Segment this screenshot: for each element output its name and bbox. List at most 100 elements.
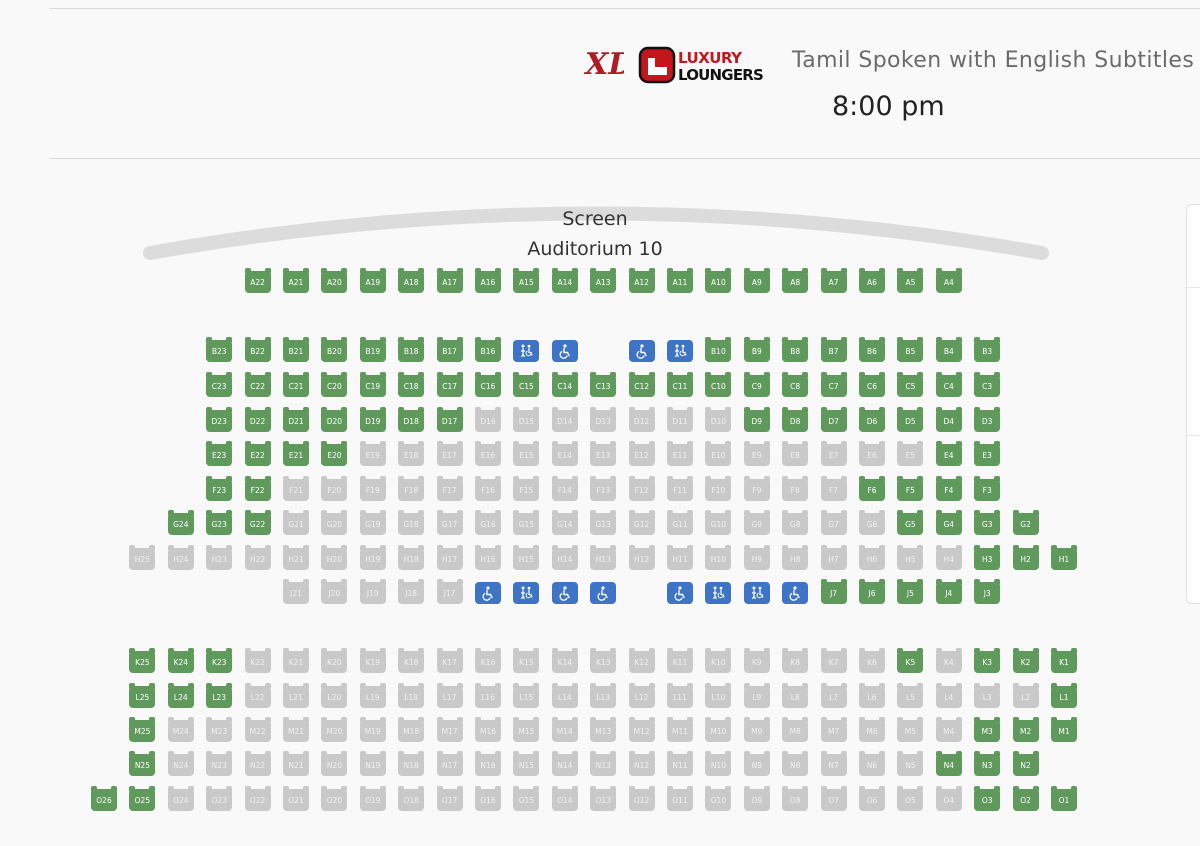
seat-b3[interactable]: B3	[974, 337, 1001, 362]
wheelchair-seat[interactable]	[551, 582, 578, 604]
seat-a13[interactable]: A13	[590, 268, 617, 293]
seat-c18[interactable]: C18	[398, 372, 425, 397]
seat-b16[interactable]: B16	[475, 337, 501, 362]
seat-k2[interactable]: K2	[1012, 648, 1039, 673]
seat-d22[interactable]: D22	[244, 407, 271, 432]
seat-d3[interactable]: D3	[974, 407, 1001, 432]
wheelchair-seat[interactable]	[628, 340, 655, 362]
seat-a21[interactable]: A21	[283, 268, 309, 293]
seat-b23[interactable]: B23	[206, 337, 233, 362]
seat-d17[interactable]: D17	[436, 407, 463, 432]
seat-k25[interactable]: K25	[129, 648, 156, 673]
seat-d19[interactable]: D19	[359, 407, 386, 432]
seat-n4[interactable]: N4	[935, 751, 962, 776]
seat-d5[interactable]: D5	[897, 407, 924, 432]
seat-c17[interactable]: C17	[436, 372, 463, 397]
seat-c23[interactable]: C23	[206, 372, 233, 397]
seat-e3[interactable]: E3	[974, 441, 1001, 466]
seat-c22[interactable]: C22	[244, 372, 271, 397]
seat-b7[interactable]: B7	[820, 337, 847, 362]
seat-a11[interactable]: A11	[667, 268, 693, 293]
seat-f5[interactable]: F5	[897, 476, 924, 501]
wheelchair-seat[interactable]	[475, 582, 501, 604]
seat-k23[interactable]: K23	[206, 648, 233, 673]
seat-l1[interactable]: L1	[1051, 683, 1077, 708]
seat-a19[interactable]: A19	[359, 268, 386, 293]
seat-g4[interactable]: G4	[935, 510, 962, 535]
seat-k5[interactable]: K5	[897, 648, 924, 673]
seat-f4[interactable]: F4	[935, 476, 962, 501]
seat-b8[interactable]: B8	[782, 337, 809, 362]
wheelchair-seat[interactable]	[667, 582, 693, 604]
seat-a15[interactable]: A15	[513, 268, 540, 293]
seat-j4[interactable]: J4	[935, 579, 962, 604]
seat-c15[interactable]: C15	[513, 372, 540, 397]
seat-c10[interactable]: C10	[705, 372, 732, 397]
seat-a8[interactable]: A8	[782, 268, 809, 293]
seat-a12[interactable]: A12	[628, 268, 655, 293]
seat-o26[interactable]: O26	[91, 786, 117, 811]
seat-l24[interactable]: L24	[167, 683, 194, 708]
companion-seat[interactable]	[513, 340, 540, 362]
seat-m25[interactable]: M25	[129, 717, 156, 742]
seat-c8[interactable]: C8	[782, 372, 809, 397]
seat-o3[interactable]: O3	[974, 786, 1001, 811]
seat-o1[interactable]: O1	[1051, 786, 1077, 811]
seat-e20[interactable]: E20	[321, 441, 348, 466]
seat-c14[interactable]: C14	[551, 372, 578, 397]
companion-seat[interactable]	[667, 340, 693, 362]
seat-c5[interactable]: C5	[897, 372, 924, 397]
seat-f23[interactable]: F23	[206, 476, 233, 501]
seat-a16[interactable]: A16	[475, 268, 501, 293]
seat-m1[interactable]: M1	[1051, 717, 1077, 742]
companion-seat[interactable]	[743, 582, 770, 604]
seat-j7[interactable]: J7	[820, 579, 847, 604]
seat-c20[interactable]: C20	[321, 372, 348, 397]
seat-d23[interactable]: D23	[206, 407, 233, 432]
seat-m2[interactable]: M2	[1012, 717, 1039, 742]
seat-g3[interactable]: G3	[974, 510, 1001, 535]
seat-c9[interactable]: C9	[743, 372, 770, 397]
seat-b10[interactable]: B10	[705, 337, 732, 362]
seat-l23[interactable]: L23	[206, 683, 233, 708]
seat-o25[interactable]: O25	[129, 786, 156, 811]
seat-d6[interactable]: D6	[859, 407, 885, 432]
seat-c21[interactable]: C21	[283, 372, 309, 397]
seat-b17[interactable]: B17	[436, 337, 463, 362]
seat-a4[interactable]: A4	[935, 268, 962, 293]
seat-n2[interactable]: N2	[1012, 751, 1039, 776]
seat-d4[interactable]: D4	[935, 407, 962, 432]
seat-e21[interactable]: E21	[283, 441, 309, 466]
seat-d20[interactable]: D20	[321, 407, 348, 432]
wheelchair-seat[interactable]	[782, 582, 809, 604]
seat-h2[interactable]: H2	[1012, 545, 1039, 570]
seat-c7[interactable]: C7	[820, 372, 847, 397]
seat-b19[interactable]: B19	[359, 337, 386, 362]
seat-a18[interactable]: A18	[398, 268, 425, 293]
seat-c19[interactable]: C19	[359, 372, 386, 397]
seat-e22[interactable]: E22	[244, 441, 271, 466]
seat-c3[interactable]: C3	[974, 372, 1001, 397]
seat-d9[interactable]: D9	[743, 407, 770, 432]
seat-k24[interactable]: K24	[167, 648, 194, 673]
seat-a20[interactable]: A20	[321, 268, 348, 293]
seat-b18[interactable]: B18	[398, 337, 425, 362]
seat-a7[interactable]: A7	[820, 268, 847, 293]
seat-m3[interactable]: M3	[974, 717, 1001, 742]
seat-a10[interactable]: A10	[705, 268, 732, 293]
seat-b6[interactable]: B6	[859, 337, 885, 362]
seat-d18[interactable]: D18	[398, 407, 425, 432]
companion-seat[interactable]	[705, 582, 732, 604]
seat-c13[interactable]: C13	[590, 372, 617, 397]
wheelchair-seat[interactable]	[551, 340, 578, 362]
seat-j5[interactable]: J5	[897, 579, 924, 604]
seat-g23[interactable]: G23	[206, 510, 233, 535]
seat-c12[interactable]: C12	[628, 372, 655, 397]
seat-b22[interactable]: B22	[244, 337, 271, 362]
seat-d21[interactable]: D21	[283, 407, 309, 432]
seat-a17[interactable]: A17	[436, 268, 463, 293]
wheelchair-seat[interactable]	[590, 582, 617, 604]
seat-b9[interactable]: B9	[743, 337, 770, 362]
seat-l25[interactable]: L25	[129, 683, 156, 708]
seat-c4[interactable]: C4	[935, 372, 962, 397]
